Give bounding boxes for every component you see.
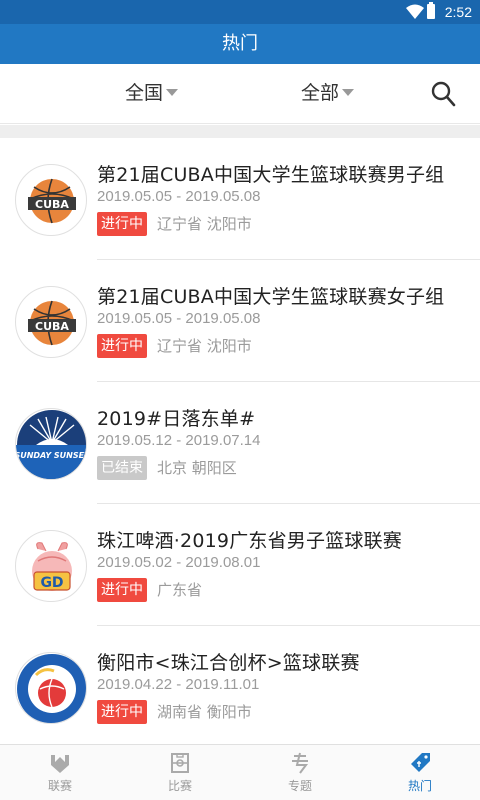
event-item[interactable]: CUBA 第21届CUBA中国大学生篮球联赛男子组 2019.05.05 - 2… [0,138,480,260]
event-location: 广东省 [157,581,203,599]
status-badge: 进行中 [97,700,147,724]
logo-text: CUBA [35,320,69,333]
tab-label: 专题 [287,779,312,793]
event-title: 第21届CUBA中国大学生篮球联赛女子组 [97,286,445,308]
event-item[interactable]: CUBA 第21届CUBA中国大学生篮球联赛女子组 2019.05.05 - 2… [0,260,480,382]
gd-logo: GD [15,530,87,602]
tab-label: 比赛 [167,779,192,793]
tab-league[interactable]: 联赛 [0,745,120,800]
caret-down-icon [166,88,179,96]
event-title: 2019#日落东单# [97,408,256,430]
logo-text: SUNDAY SUNSET [16,451,87,460]
event-dates: 2019.05.02 - 2019.08.01 [97,554,261,571]
status-time: 2:52 [444,4,472,20]
status-badge: 进行中 [97,212,147,236]
cuba-logo: CUBA [15,286,87,358]
event-item[interactable]: GD 珠江啤酒·2019广东省男子篮球联赛 2019.05.02 - 2019.… [0,504,480,626]
app-bar: 热门 [0,24,480,64]
hengyang-league-logo [15,652,87,724]
event-item[interactable]: 衡阳市<珠江合创杯>篮球联赛 2019.04.22 - 2019.11.01 进… [0,626,480,748]
tab-hot[interactable]: 热门 [360,745,480,800]
cuba-logo: CUBA [15,164,87,236]
page-title: 热门 [222,33,258,54]
event-dates: 2019.05.05 - 2019.05.08 [97,188,261,205]
category-filter-label: 全部 [301,82,340,104]
event-location: 北京 朝阳区 [157,459,237,477]
event-title: 第21届CUBA中国大学生篮球联赛男子组 [97,164,445,186]
list-separator [0,125,480,138]
tab-topic[interactable]: 专题 [240,745,360,800]
league-icon [51,755,69,773]
hot-tag-icon [411,753,430,772]
event-title: 珠江啤酒·2019广东省男子篮球联赛 [97,530,402,552]
status-badge: 进行中 [97,578,147,602]
event-location: 辽宁省 沈阳市 [157,337,252,355]
event-item[interactable]: SUNDAY SUNSET 2019#日落东单# 2019.05.12 - 20… [0,382,480,504]
event-list: CUBA 第21届CUBA中国大学生篮球联赛男子组 2019.05.05 - 2… [0,138,480,748]
event-location: 辽宁省 沈阳市 [157,215,252,233]
event-title: 衡阳市<珠江合创杯>篮球联赛 [97,652,360,674]
event-location: 湖南省 衡阳市 [157,703,252,721]
category-filter-dropdown[interactable]: 全部 [301,64,355,124]
event-dates: 2019.04.22 - 2019.11.01 [97,676,260,693]
status-badge: 进行中 [97,334,147,358]
filter-bar: 全国 全部 [0,64,480,124]
event-dates: 2019.05.05 - 2019.05.08 [97,310,261,327]
logo-text: CUBA [35,198,69,211]
wifi-icon [406,4,424,19]
tab-match[interactable]: 比赛 [120,745,240,800]
status-badge: 已结束 [97,456,147,480]
event-dates: 2019.05.12 - 2019.07.14 [97,432,261,449]
battery-icon [427,2,435,19]
region-filter-label: 全国 [125,82,164,104]
search-icon[interactable] [430,80,456,108]
tab-label: 联赛 [47,779,72,793]
tab-label: 热门 [407,779,432,793]
topic-icon [292,752,308,774]
bottom-tab-bar: 联赛 比赛 专题 热门 [0,744,480,800]
caret-down-icon [342,88,355,96]
sunday-sunset-logo: SUNDAY SUNSET [15,408,87,480]
match-icon [171,753,189,773]
region-filter-dropdown[interactable]: 全国 [125,64,179,124]
logo-text: GD [40,575,63,591]
status-bar: 2:52 [0,0,480,24]
